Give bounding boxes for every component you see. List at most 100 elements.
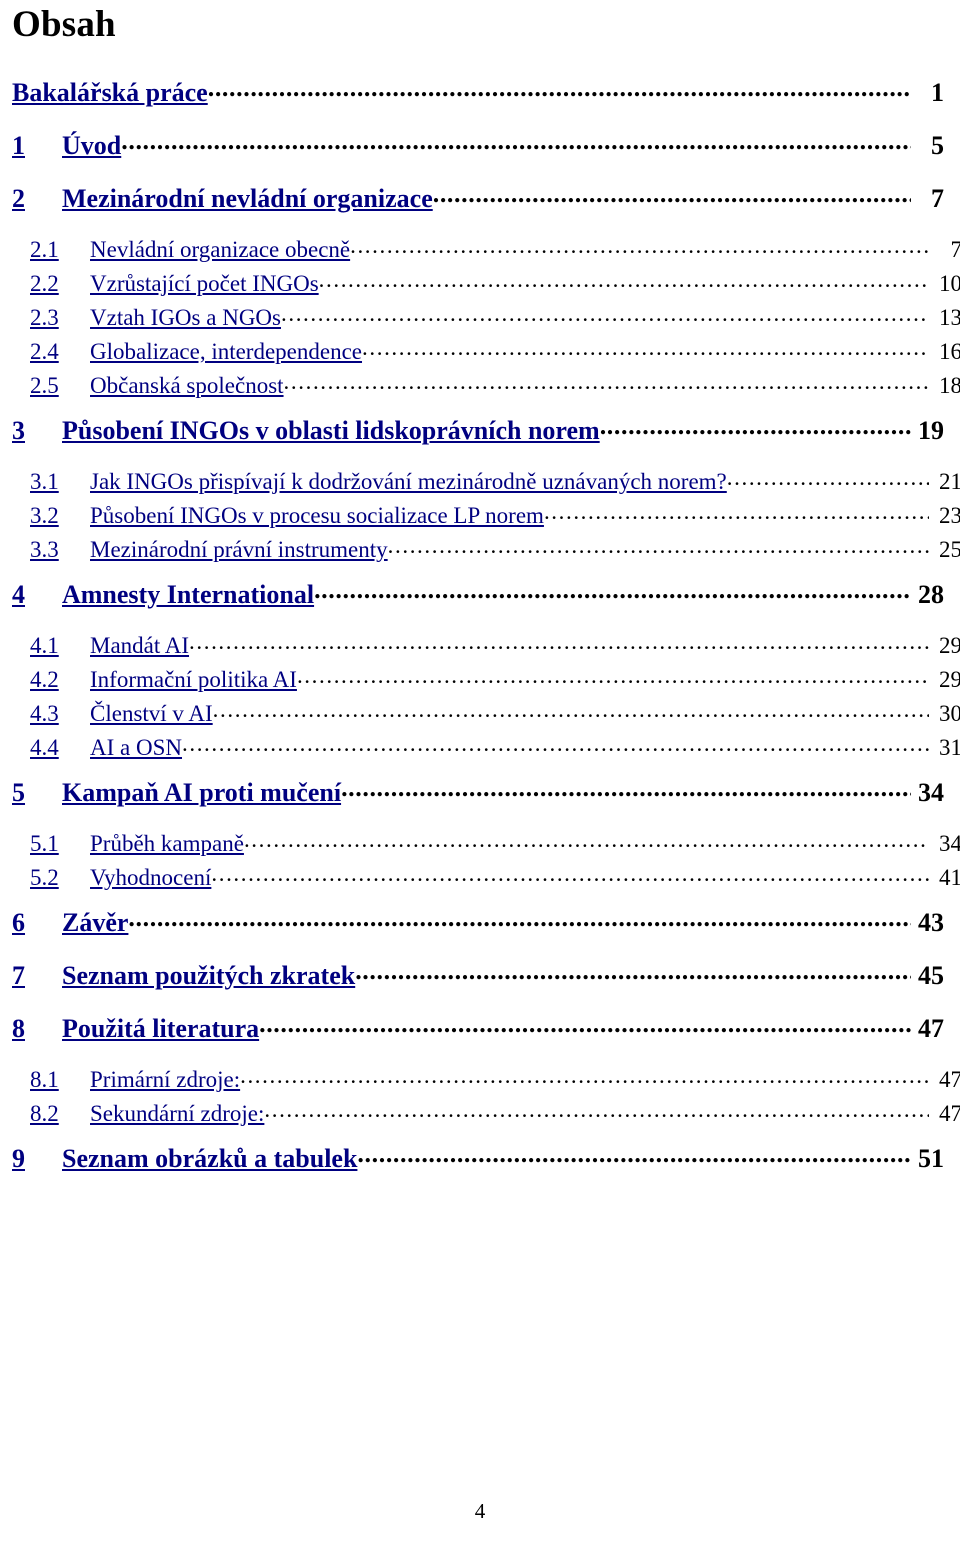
toc-entry[interactable]: 1Úvod 5 (12, 128, 944, 159)
toc-entry-label[interactable]: Závěr (62, 909, 128, 936)
toc-entry-label[interactable]: Mezinárodní právní instrumenty (90, 538, 388, 561)
toc-entry-label[interactable]: Občanská společnost (90, 374, 284, 397)
toc-entry-number[interactable]: 7 (12, 962, 62, 989)
toc-entry-number[interactable]: 4 (12, 581, 62, 608)
toc-entry-page-number: 16 (939, 338, 960, 364)
toc-entry-label[interactable]: Globalizace, interdependence (90, 340, 362, 363)
toc-entry-number[interactable]: 4.3 (30, 702, 90, 725)
toc-entry-number[interactable]: 2.3 (30, 306, 90, 329)
toc-entry[interactable]: 6Závěr 43 (12, 905, 944, 936)
toc-entry-label[interactable]: Působení INGOs v procesu socializace LP … (90, 504, 544, 527)
toc-entry-label[interactable]: Jak INGOs přispívají k dodržování meziná… (90, 470, 727, 493)
toc-dot-leader (128, 905, 911, 931)
toc-entry-label[interactable]: Seznam obrázků a tabulek (62, 1145, 357, 1172)
toc-entry[interactable]: 9Seznam obrázků a tabulek 51 (12, 1141, 944, 1172)
toc-entry-page-number: 10 (939, 270, 960, 296)
toc-entry-number[interactable]: 2.4 (30, 340, 90, 363)
toc-entry-label[interactable]: Nevládní organizace obecně (90, 238, 350, 261)
toc-entry[interactable]: 2.4Globalizace, interdependence 16 (12, 336, 960, 363)
toc-entry-number[interactable]: 2.1 (30, 238, 90, 261)
toc-entry-page-number: 47 (918, 1013, 944, 1043)
toc-entry-number[interactable]: 3.1 (30, 470, 90, 493)
toc-entry-page-number: 47 (939, 1066, 960, 1092)
toc-entry-label[interactable]: Sekundární zdroje: (90, 1102, 264, 1125)
toc-entry-number[interactable]: 8.1 (30, 1068, 90, 1091)
toc-entry-label[interactable]: Průběh kampaně (90, 832, 244, 855)
toc-entry-label[interactable]: Amnesty International (62, 581, 314, 608)
toc-entry[interactable]: 3.1 Jak INGOs přispívají k dodržování mez… (12, 466, 960, 493)
toc-dot-leader (355, 958, 911, 984)
toc-entry-label[interactable]: Vztah IGOs a NGOs (90, 306, 281, 329)
toc-entry-number[interactable]: 4.4 (30, 736, 90, 759)
toc-entry[interactable]: 4.2Informační politika AI 29 (12, 664, 960, 691)
toc-entry-label[interactable]: Primární zdroje: (90, 1068, 240, 1091)
toc-entry[interactable]: 2Mezinárodní nevládní organizace 7 (12, 181, 944, 212)
toc-entry[interactable]: 5.1Průběh kampaně 34 (12, 828, 960, 855)
toc-entry[interactable]: 8.1Primární zdroje: 47 (12, 1064, 960, 1091)
toc-entry-label[interactable]: Použitá literatura (62, 1015, 259, 1042)
toc-entry-label[interactable]: Členství v AI (90, 702, 213, 725)
toc-entry-label[interactable]: Mezinárodní nevládní organizace (62, 185, 433, 212)
toc-entry-label[interactable]: Úvod (62, 132, 121, 159)
toc-entry[interactable]: 2.1Nevládní organizace obecně 7 (12, 234, 960, 261)
toc-dot-leader (350, 234, 929, 257)
toc-entry-number[interactable]: 2.2 (30, 272, 90, 295)
table-of-contents: Bakalářská práce11Úvod52Mezinárodní nevl… (12, 75, 960, 1172)
toc-entry[interactable]: 8.2Sekundární zdroje: 47 (12, 1098, 960, 1125)
toc-entry[interactable]: Bakalářská práce 1 (12, 75, 944, 106)
toc-entry-number[interactable]: 2.5 (30, 374, 90, 397)
toc-entry-number[interactable]: 8 (12, 1015, 62, 1042)
toc-entry-number[interactable]: 3 (12, 417, 62, 444)
toc-entry-page-number: 23 (939, 502, 960, 528)
toc-entry[interactable]: 2.5Občanská společnost 18 (12, 370, 960, 397)
toc-entry[interactable]: 2.2Vzrůstající počet INGOs 10 (12, 268, 960, 295)
toc-entry-number[interactable]: 4.1 (30, 634, 90, 657)
toc-entry[interactable]: 4.1Mandát AI 29 (12, 630, 960, 657)
toc-dot-leader (121, 128, 911, 154)
toc-entry-page-number: 29 (939, 666, 960, 692)
toc-entry[interactable]: 7Seznam použitých zkratek 45 (12, 958, 944, 989)
toc-entry-number[interactable]: 9 (12, 1145, 62, 1172)
toc-entry-number[interactable]: 5.1 (30, 832, 90, 855)
toc-entry-page-number: 30 (939, 700, 960, 726)
toc-entry-number[interactable]: 5 (12, 779, 62, 806)
toc-entry[interactable]: 5.2Vyhodnocení 41 (12, 862, 960, 889)
toc-entry-label[interactable]: Vzrůstající počet INGOs (90, 272, 319, 295)
toc-entry-number[interactable]: 3.3 (30, 538, 90, 561)
toc-entry-label[interactable]: Vyhodnocení (90, 866, 211, 889)
toc-dot-leader (600, 413, 911, 439)
toc-entry[interactable]: 3.3Mezinárodní právní instrumenty 25 (12, 534, 960, 561)
toc-entry-page-number: 7 (950, 236, 960, 262)
toc-entry-number[interactable]: 5.2 (30, 866, 90, 889)
toc-entry-number[interactable]: 2 (12, 185, 62, 212)
toc-entry-number[interactable]: 4.2 (30, 668, 90, 691)
toc-entry[interactable]: 3 Působení INGOs v oblasti lidskoprávních… (12, 413, 944, 444)
toc-dot-leader (213, 698, 929, 721)
toc-entry-label[interactable]: Působení INGOs v oblasti lidskoprávních … (62, 417, 600, 444)
toc-entry-label[interactable]: Kampaň AI proti mučení (62, 779, 341, 806)
toc-entry[interactable]: 8Použitá literatura 47 (12, 1011, 944, 1042)
toc-entry-page-number: 51 (918, 1143, 944, 1173)
document-page: Obsah Bakalářská práce11Úvod52Mezinárodn… (0, 0, 960, 1542)
toc-entry[interactable]: 5Kampaň AI proti mučení 34 (12, 775, 944, 806)
toc-entry-number[interactable]: 6 (12, 909, 62, 936)
toc-entry-page-number: 41 (939, 864, 960, 890)
toc-entry[interactable]: 2.3Vztah IGOs a NGOs 13 (12, 302, 960, 329)
toc-entry-label[interactable]: Seznam použitých zkratek (62, 962, 355, 989)
toc-entry-label[interactable]: Mandát AI (90, 634, 189, 657)
toc-entry-label[interactable]: AI a OSN (90, 736, 182, 759)
toc-entry[interactable]: 4.3Členství v AI 30 (12, 698, 960, 725)
toc-dot-leader (211, 862, 929, 885)
toc-entry[interactable]: 3.2 Působení INGOs v procesu socializace … (12, 500, 960, 527)
toc-entry-label[interactable]: Informační politika AI (90, 668, 297, 691)
toc-entry-number[interactable]: 1 (12, 132, 62, 159)
toc-entry-number[interactable]: 8.2 (30, 1102, 90, 1125)
toc-dot-leader (297, 664, 929, 687)
toc-entry-number[interactable]: 3.2 (30, 504, 90, 527)
toc-entry[interactable]: 4.4AI a OSN 31 (12, 732, 960, 759)
toc-entry[interactable]: 4Amnesty International 28 (12, 577, 944, 608)
toc-entry-page-number: 31 (939, 734, 960, 760)
toc-entry-label[interactable]: Bakalářská práce (12, 79, 208, 106)
toc-dot-leader (362, 336, 929, 359)
toc-dot-leader (240, 1064, 929, 1087)
